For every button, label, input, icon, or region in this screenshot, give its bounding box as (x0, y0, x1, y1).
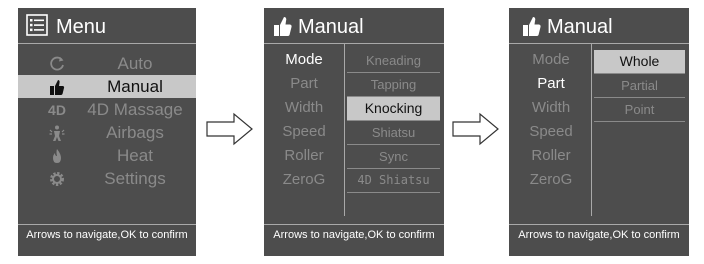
page-title: Manual (547, 16, 613, 38)
category-speed[interactable]: Speed (264, 120, 344, 144)
category-width[interactable]: Width (511, 96, 591, 120)
option-whole[interactable]: Whole (594, 50, 685, 74)
page-title: Menu (56, 16, 107, 38)
manual-header: Manual (264, 8, 444, 42)
airbags-icon (46, 121, 68, 144)
footer-divider (509, 224, 689, 225)
part-options: Whole Partial Point (594, 50, 685, 122)
option-shiatsu[interactable]: Shiatsu (347, 121, 440, 145)
menu-item-label: 4D Massage (87, 99, 183, 119)
manual-header: Manual (509, 8, 689, 42)
arrow-right-icon (206, 112, 253, 146)
thumbs-up-icon (273, 15, 293, 42)
category-zerog[interactable]: ZeroG (511, 168, 591, 192)
footer-divider (264, 224, 444, 225)
menu-item-4d-massage[interactable]: 4D 4D Massage (18, 98, 196, 121)
category-mode[interactable]: Mode (511, 48, 591, 72)
category-roller[interactable]: Roller (511, 144, 591, 168)
option-point[interactable]: Point (594, 98, 685, 122)
manual-mode-screen: Manual Mode Part Width Speed Roller Zero… (264, 8, 444, 256)
option-knocking[interactable]: Knocking (347, 97, 440, 121)
category-list: Mode Part Width Speed Roller ZeroG (264, 48, 344, 192)
option-sync[interactable]: Sync (347, 145, 440, 169)
menu-item-label: Heat (117, 145, 153, 165)
option-4d-shiatsu[interactable]: 4D Shiatsu (347, 169, 440, 193)
category-width[interactable]: Width (264, 96, 344, 120)
option-partial[interactable]: Partial (594, 74, 685, 98)
menu-item-label: Manual (107, 76, 163, 96)
header-divider (509, 43, 689, 44)
menu-header: Menu (18, 8, 196, 42)
header-divider (18, 43, 196, 44)
header-divider (264, 43, 444, 44)
thumbs-up-icon (46, 75, 68, 98)
category-part[interactable]: Part (511, 72, 591, 96)
column-divider (591, 44, 592, 216)
thumbs-up-icon (522, 15, 542, 42)
column-divider (344, 44, 345, 216)
gear-icon (46, 167, 68, 190)
refresh-icon (46, 52, 68, 75)
option-tapping[interactable]: Tapping (347, 73, 440, 97)
menu-item-airbags[interactable]: Airbags (18, 121, 196, 144)
category-part[interactable]: Part (264, 72, 344, 96)
category-list: Mode Part Width Speed Roller ZeroG (511, 48, 591, 192)
menu-item-heat[interactable]: Heat (18, 144, 196, 167)
4d-icon: 4D (48, 101, 66, 118)
footer-hint: Arrows to navigate,OK to confirm (26, 229, 188, 241)
menu-item-settings[interactable]: Settings (18, 167, 196, 190)
mode-options: Kneading Tapping Knocking Shiatsu Sync 4… (347, 49, 440, 193)
menu-item-label: Airbags (106, 122, 164, 142)
menu-item-label: Auto (117, 53, 153, 73)
category-roller[interactable]: Roller (264, 144, 344, 168)
menu-item-auto[interactable]: Auto (18, 52, 196, 75)
manual-part-screen: Manual Mode Part Width Speed Roller Zero… (509, 8, 689, 256)
option-kneading[interactable]: Kneading (347, 49, 440, 73)
footer-hint: Arrows to navigate,OK to confirm (518, 229, 680, 241)
category-speed[interactable]: Speed (511, 120, 591, 144)
page-title: Manual (298, 16, 364, 38)
flame-icon (46, 144, 68, 167)
category-zerog[interactable]: ZeroG (264, 168, 344, 192)
menu-item-label: Settings (104, 168, 166, 188)
arrow-right-icon (452, 112, 499, 146)
list-icon (26, 14, 48, 36)
category-mode[interactable]: Mode (264, 48, 344, 72)
footer-hint: Arrows to navigate,OK to confirm (273, 229, 435, 241)
menu-screen: Menu Auto Manual 4D 4D Massage Airbags H… (18, 8, 196, 256)
footer-divider (18, 224, 196, 225)
menu-item-manual[interactable]: Manual (18, 75, 196, 98)
